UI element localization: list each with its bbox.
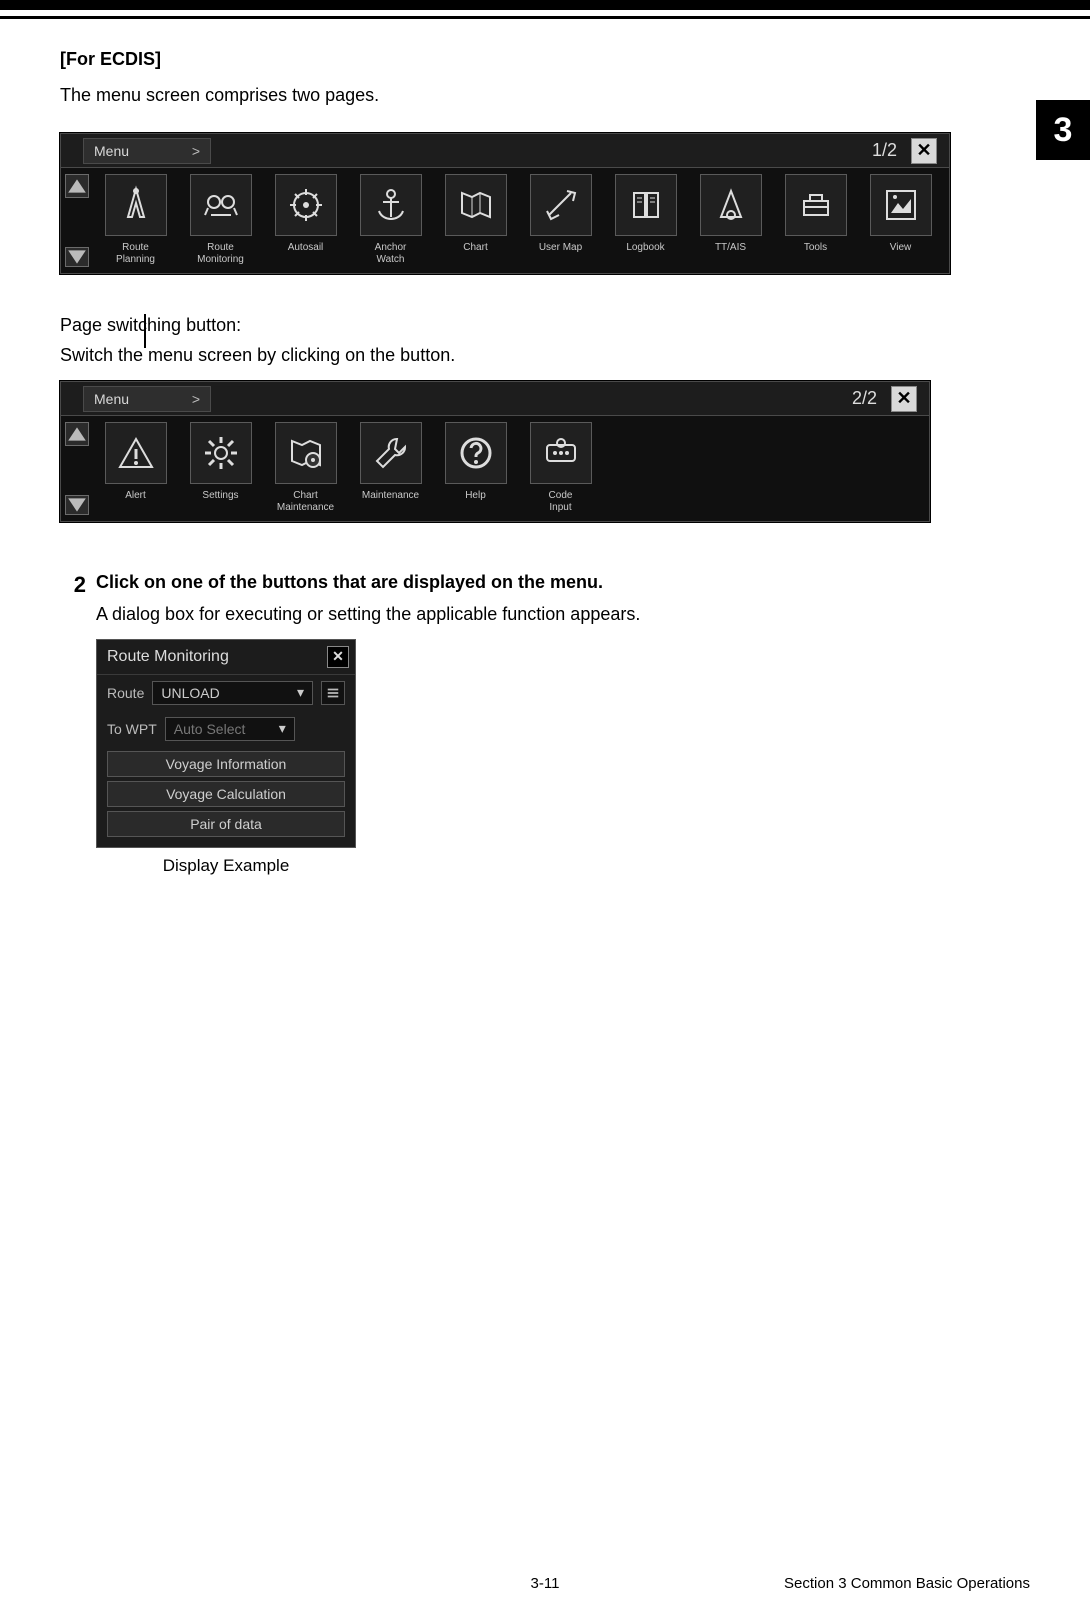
menu-item-route-planning[interactable]: Route Planning	[93, 168, 178, 273]
route-select-value: UNLOAD	[161, 685, 219, 701]
voyage-information-button[interactable]: Voyage Information	[107, 751, 345, 777]
menu-item-label: TT/AIS	[690, 242, 771, 254]
route-label: Route	[107, 685, 144, 701]
menu-item-chart-maintenance[interactable]: Chart Maintenance	[263, 416, 348, 521]
voyage-calculation-button[interactable]: Voyage Calculation	[107, 781, 345, 807]
settings-icon	[190, 422, 252, 484]
menu-item-user-map[interactable]: User Map	[518, 168, 603, 273]
triangle-up-icon	[66, 423, 88, 445]
menu-item-help[interactable]: Help	[433, 416, 518, 521]
menu-screen-page-2: Menu > 2/2 ✕	[60, 381, 930, 522]
menu-item-alert[interactable]: Alert	[93, 416, 178, 521]
menu-item-label: Chart Maintenance	[265, 490, 346, 513]
intro-text: The menu screen comprises two pages.	[60, 84, 1030, 107]
wpt-label: To WPT	[107, 721, 157, 737]
chevron-right-icon: >	[192, 143, 200, 159]
menu-item-label: Help	[435, 490, 516, 502]
triangle-down-icon	[66, 246, 88, 268]
wpt-select[interactable]: Auto Select ▾	[165, 717, 295, 741]
menu-item-maintenance[interactable]: Maintenance	[348, 416, 433, 521]
user-map-icon	[530, 174, 592, 236]
anchor-watch-icon	[360, 174, 422, 236]
triangle-down-icon	[66, 494, 88, 516]
route-monitoring-icon	[190, 174, 252, 236]
pair-of-data-button[interactable]: Pair of data	[107, 811, 345, 837]
page-down-button[interactable]	[65, 247, 89, 267]
menu-item-label: Chart	[435, 242, 516, 254]
footer-left-spacer	[60, 1575, 383, 1592]
chart-maintenance-icon	[275, 422, 337, 484]
menu-item-label: View	[860, 242, 941, 254]
menu-item-logbook[interactable]: Logbook	[603, 168, 688, 273]
menu-item-label: Logbook	[605, 242, 686, 254]
subheading-for-ecdis: [For ECDIS]	[60, 49, 1030, 70]
menu-item-label: Alert	[95, 490, 176, 502]
menu-item-label: Autosail	[265, 242, 346, 254]
route-monitoring-dialog: Route Monitoring ✕ Route UNLOAD ▾	[96, 639, 356, 848]
menu-item-route-monitoring[interactable]: Route Monitoring	[178, 168, 263, 273]
page-up-button-2[interactable]	[65, 422, 89, 446]
menu-item-label: Route Monitoring	[180, 242, 261, 265]
step-number: 2	[60, 572, 86, 598]
route-planning-icon	[105, 174, 167, 236]
menu-item-tt-ais[interactable]: TT/AIS	[688, 168, 773, 273]
dialog-title: Route Monitoring	[107, 648, 229, 666]
menu-item-label: Code Input	[520, 490, 601, 513]
menu-item-autosail[interactable]: Autosail	[263, 168, 348, 273]
menu-item-anchor-watch[interactable]: Anchor Watch	[348, 168, 433, 273]
step-title: Click on one of the buttons that are dis…	[96, 572, 1030, 593]
step-body-text: A dialog box for executing or setting th…	[96, 603, 1030, 626]
menu-item-tools[interactable]: Tools	[773, 168, 858, 273]
chevron-right-icon: >	[192, 391, 200, 407]
page-up-button[interactable]	[65, 174, 89, 198]
menu-screen-page-1: Menu > 1/2 ✕	[60, 133, 950, 274]
callout-leader-line	[144, 314, 146, 348]
list-icon	[326, 686, 340, 700]
logbook-icon	[615, 174, 677, 236]
tools-icon	[785, 174, 847, 236]
chart-icon	[445, 174, 507, 236]
footer-page-number: 3-11	[383, 1575, 706, 1592]
close-button[interactable]: ✕	[911, 138, 937, 164]
code-input-icon	[530, 422, 592, 484]
tt-ais-icon	[700, 174, 762, 236]
page-switch-heading: Page switching button:	[60, 314, 1030, 337]
page-indicator: 1/2	[872, 140, 897, 161]
dialog-close-button[interactable]: ✕	[327, 646, 349, 668]
autosail-icon	[275, 174, 337, 236]
menu-item-view[interactable]: View	[858, 168, 943, 273]
menu-breadcrumb-2[interactable]: Menu >	[83, 386, 211, 412]
menu-item-label: Settings	[180, 490, 261, 502]
help-icon	[445, 422, 507, 484]
menu-item-chart[interactable]: Chart	[433, 168, 518, 273]
menu-item-label: Maintenance	[350, 490, 431, 502]
page-down-button-2[interactable]	[65, 495, 89, 515]
menu-breadcrumb[interactable]: Menu >	[83, 138, 211, 164]
triangle-up-icon	[66, 175, 88, 197]
menu-item-settings[interactable]: Settings	[178, 416, 263, 521]
menu-item-code-input[interactable]: Code Input	[518, 416, 603, 521]
section-number-tab: 3	[1036, 100, 1090, 160]
list-icon-button[interactable]	[321, 681, 345, 705]
menu-item-label: Tools	[775, 242, 856, 254]
maintenance-icon	[360, 422, 422, 484]
menu-item-label: Anchor Watch	[350, 242, 431, 265]
dropdown-caret-icon: ▾	[297, 684, 304, 701]
menu-item-label: Route Planning	[95, 242, 176, 265]
dialog-caption: Display Example	[96, 856, 356, 876]
page-switch-body: Switch the menu screen by clicking on th…	[60, 344, 1030, 367]
page-top-rule-thick	[0, 0, 1090, 10]
dropdown-caret-icon: ▾	[279, 720, 286, 737]
view-icon	[870, 174, 932, 236]
close-button-2[interactable]: ✕	[891, 386, 917, 412]
alert-icon	[105, 422, 167, 484]
menu-item-label: User Map	[520, 242, 601, 254]
page-indicator-2: 2/2	[852, 388, 877, 409]
menu-breadcrumb-label: Menu	[94, 143, 129, 159]
footer-section-label: Section 3 Common Basic Operations	[707, 1575, 1030, 1592]
menu-breadcrumb-label-2: Menu	[94, 391, 129, 407]
wpt-select-value: Auto Select	[174, 721, 246, 737]
route-select[interactable]: UNLOAD ▾	[152, 681, 313, 705]
